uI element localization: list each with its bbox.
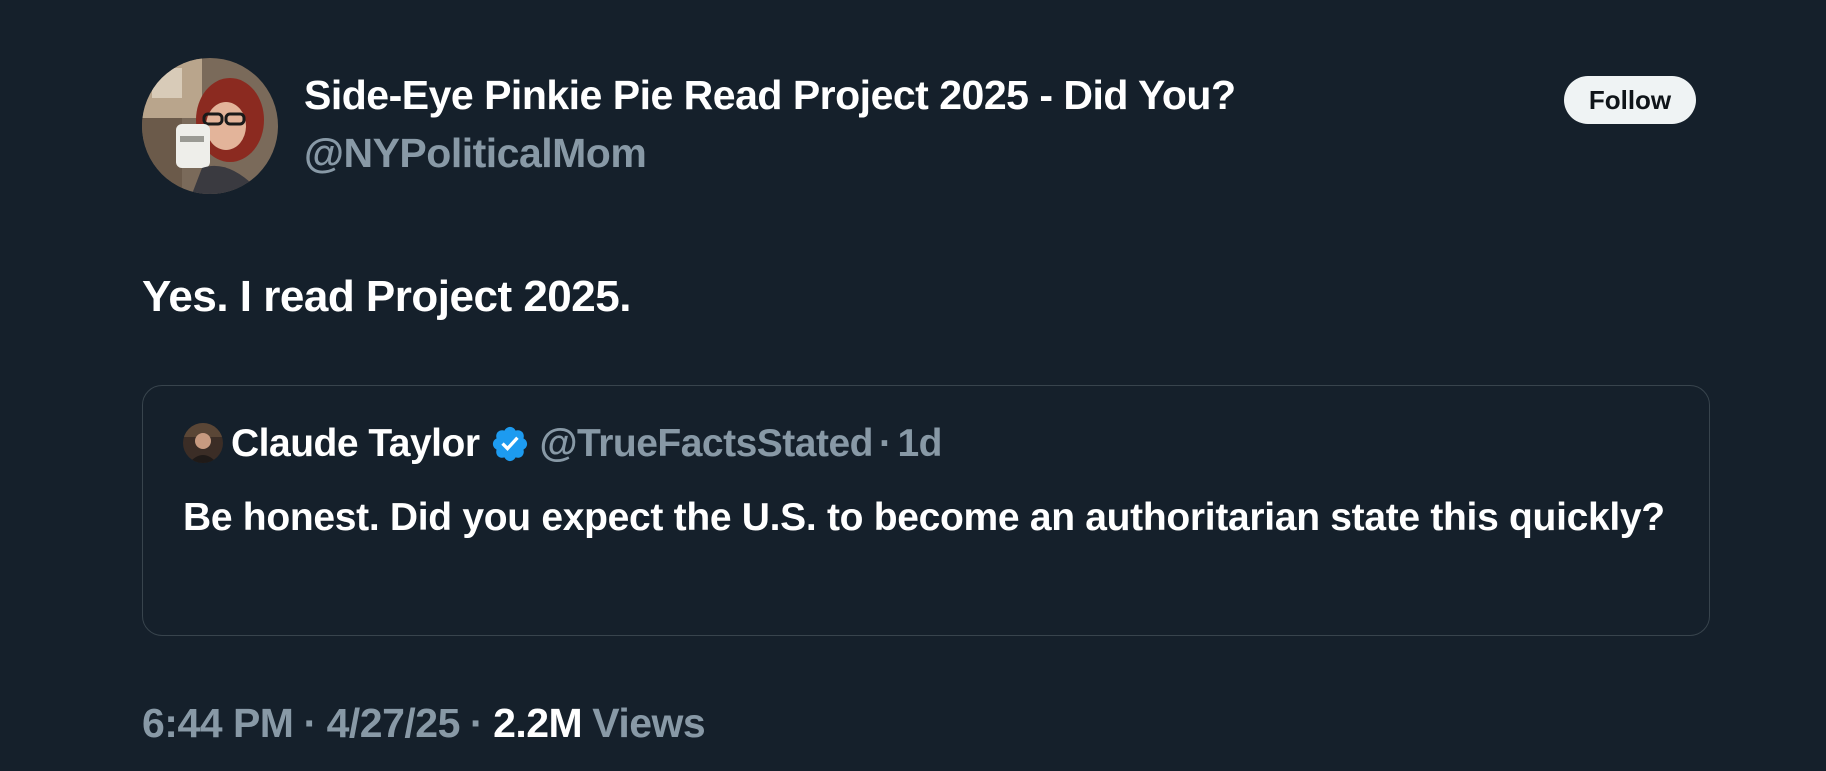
quoted-tweet-header: Claude Taylor @TrueFactsStated · 1d: [231, 422, 942, 466]
tweet-meta: 6:44 PM · 4/27/25 · 2.2M Views: [142, 700, 706, 747]
quoted-tweet-card[interactable]: Claude Taylor @TrueFactsStated · 1d Be h…: [142, 385, 1710, 636]
avatar-image: [142, 58, 278, 194]
quoted-timestamp[interactable]: 1d: [897, 422, 942, 466]
quoted-tweet-text: Be honest. Did you expect the U.S. to be…: [183, 496, 1665, 539]
follow-button[interactable]: Follow: [1564, 76, 1696, 124]
tweet: Side-Eye Pinkie Pie Read Project 2025 - …: [0, 0, 1826, 771]
views-count: 2.2M: [493, 700, 583, 746]
quoted-separator: ·: [878, 422, 892, 465]
quoted-author-handle[interactable]: @TrueFactsStated: [540, 422, 874, 466]
tweet-time[interactable]: 6:44 PM: [142, 700, 294, 747]
author-handle[interactable]: @NYPoliticalMom: [304, 130, 647, 177]
views-label: Views: [592, 700, 706, 746]
author-avatar[interactable]: [142, 58, 278, 194]
quoted-avatar-image: [183, 423, 223, 463]
author-name[interactable]: Side-Eye Pinkie Pie Read Project 2025 - …: [304, 72, 1236, 119]
verified-badge-icon: [490, 424, 530, 464]
meta-separator: ·: [469, 700, 484, 746]
quoted-author-avatar[interactable]: [183, 423, 223, 463]
tweet-text: Yes. I read Project 2025.: [142, 272, 631, 321]
tweet-date[interactable]: 4/27/25: [327, 700, 461, 747]
quoted-author-name[interactable]: Claude Taylor: [231, 422, 480, 466]
meta-separator: ·: [303, 700, 317, 746]
